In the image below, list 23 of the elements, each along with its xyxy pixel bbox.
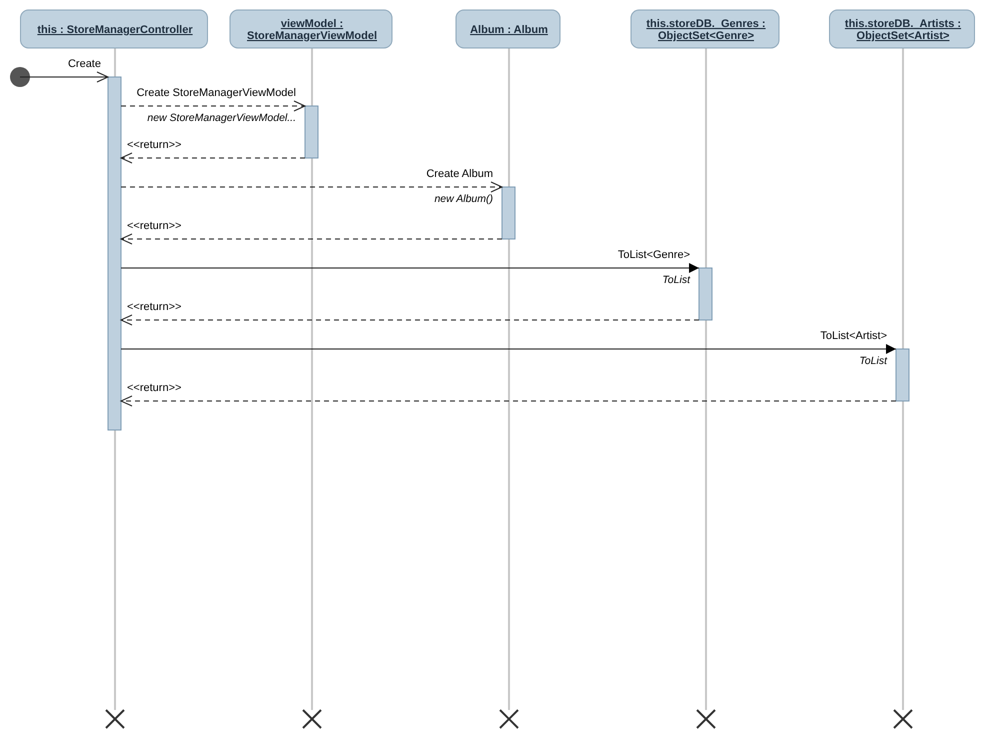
start-dot [10,67,30,87]
operation-label: new Album() [434,193,493,205]
operation-label: ToList [662,274,690,286]
message-label: <<return>> [127,220,182,232]
object-box: this.storeDB._Artists : ObjectSet<Artist> [829,10,975,48]
operation-label: new StoreManagerViewModel... [147,112,296,124]
activation-bar [502,186,516,240]
activation-bar [304,106,318,158]
message-label: <<return>> [127,139,182,151]
operation-label: ToList [859,355,887,367]
object-box: Album : Album [456,10,560,48]
activation-bar [698,268,712,320]
object-box: viewModel : StoreManagerViewModel [230,10,392,48]
message-label: ToList<Artist> [820,330,887,342]
object-box: this : StoreManagerController [20,10,208,48]
message-label: Create StoreManagerViewModel [136,87,296,99]
message-label: <<return>> [127,301,182,313]
activation-bar [896,348,910,402]
message-label: Create [68,58,101,70]
message-label: ToList<Genre> [618,249,690,261]
object-box: this.storeDB._Genres : ObjectSet<Genre> [630,10,780,48]
message-label: Create Album [426,168,493,180]
message-label: <<return>> [127,382,182,394]
